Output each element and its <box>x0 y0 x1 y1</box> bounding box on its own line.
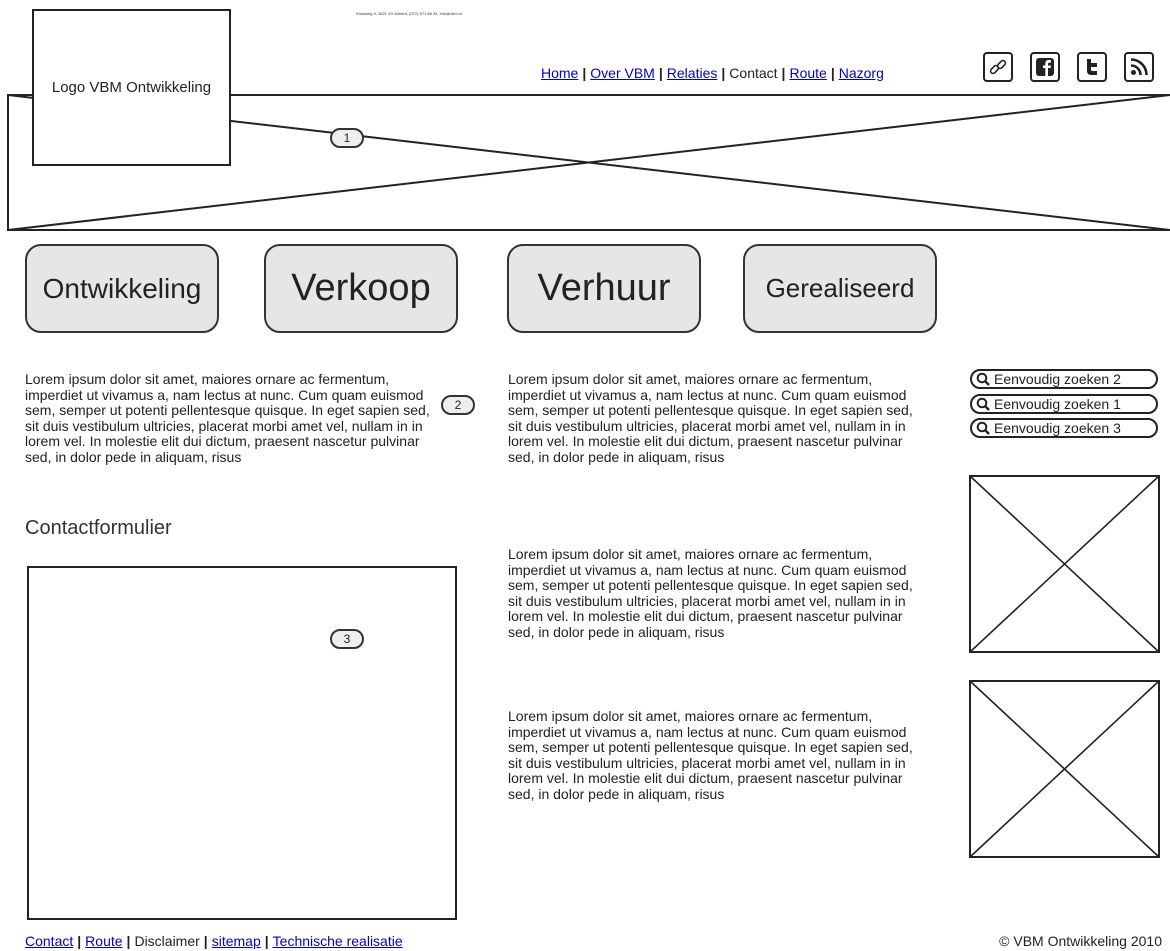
category-label: Verkoop <box>291 267 431 309</box>
footer-link-sitemap[interactable]: sitemap <box>212 933 261 949</box>
callout-3-label: 3 <box>343 632 351 646</box>
footer-copyright: © VBM Ontwikkeling 2010 <box>999 933 1162 949</box>
footer-separator: | <box>77 933 82 949</box>
top-nav: Home | Over VBM | Relaties | Contact | Route | Naz… <box>541 65 884 81</box>
nav-nazorg[interactable]: Nazorg <box>839 65 884 81</box>
nav-home[interactable]: Home <box>541 65 578 81</box>
callout-1-label: 1 <box>343 131 351 145</box>
sidebar-image-placeholder-1 <box>969 475 1160 653</box>
footer-separator: | <box>203 933 208 949</box>
content-paragraph-1: Lorem ipsum dolor sit amet, maiores orna… <box>508 371 913 465</box>
intro-text: Lorem ipsum dolor sit amet, maiores orna… <box>25 371 430 465</box>
sidebar-image-placeholder-2 <box>969 680 1160 858</box>
twitter-icon[interactable] <box>1077 52 1107 82</box>
category-gerealiseerd-button[interactable]: Gerealiseerd <box>743 244 937 333</box>
simple-search-button-2[interactable]: Eenvoudig zoeken 2 <box>970 369 1158 389</box>
simple-search-button-3[interactable]: Eenvoudig zoeken 3 <box>970 418 1158 438</box>
footer-separator: | <box>126 933 131 949</box>
footer-link-route[interactable]: Route <box>85 933 122 949</box>
search-button-label: Eenvoudig zoeken 3 <box>994 420 1121 436</box>
nav-separator: | <box>830 65 835 81</box>
nav-contact-current: Contact <box>729 65 778 81</box>
category-label: Ontwikkeling <box>42 272 202 304</box>
contact-form-placeholder[interactable] <box>27 566 457 920</box>
category-ontwikkeling-button[interactable]: Ontwikkeling <box>25 244 219 333</box>
nav-separator: | <box>658 65 663 81</box>
facebook-icon[interactable] <box>1030 52 1060 82</box>
nav-route[interactable]: Route <box>789 65 826 81</box>
nav-over-vbm[interactable]: Over VBM <box>590 65 655 81</box>
search-icon <box>976 397 990 411</box>
footer-link-contact[interactable]: Contact <box>25 933 73 949</box>
content-paragraph-2: Lorem ipsum dolor sit amet, maiores orna… <box>508 546 913 640</box>
callout-1: 1 <box>330 128 364 148</box>
callout-2: 2 <box>441 395 475 415</box>
footer-link-technische-realisatie[interactable]: Technische realisatie <box>273 933 403 949</box>
category-verhuur-button[interactable]: Verhuur <box>507 244 701 333</box>
category-label: Verhuur <box>537 267 671 309</box>
footer-text-disclaimer: Disclaimer <box>134 933 200 949</box>
nav-separator: | <box>582 65 587 81</box>
footer-separator: | <box>264 933 269 949</box>
content-paragraph-3: Lorem ipsum dolor sit amet, maiores orna… <box>508 708 913 802</box>
footer-nav: Contact | Route | Disclaimer | sitemap | Technis… <box>25 933 403 949</box>
search-button-label: Eenvoudig zoeken 1 <box>994 396 1121 412</box>
logo-placeholder[interactable]: Logo VBM Ontwikkeling <box>32 9 231 166</box>
logo-text: Logo VBM Ontwikkeling <box>51 79 212 96</box>
nav-relaties[interactable]: Relaties <box>667 65 718 81</box>
category-label: Gerealiseerd <box>765 273 915 303</box>
simple-search-button-1[interactable]: Eenvoudig zoeken 1 <box>970 394 1158 414</box>
nav-separator: | <box>721 65 726 81</box>
rss-icon[interactable] <box>1124 52 1154 82</box>
search-icon <box>976 372 990 386</box>
contact-heading: Contactformulier <box>25 517 172 539</box>
nav-separator: | <box>781 65 786 81</box>
search-icon <box>976 421 990 435</box>
category-verkoop-button[interactable]: Verkoop <box>264 244 458 333</box>
search-button-label: Eenvoudig zoeken 2 <box>994 371 1121 387</box>
callout-3: 3 <box>330 629 364 649</box>
link-icon[interactable] <box>983 52 1013 82</box>
callout-2-label: 2 <box>454 398 462 412</box>
